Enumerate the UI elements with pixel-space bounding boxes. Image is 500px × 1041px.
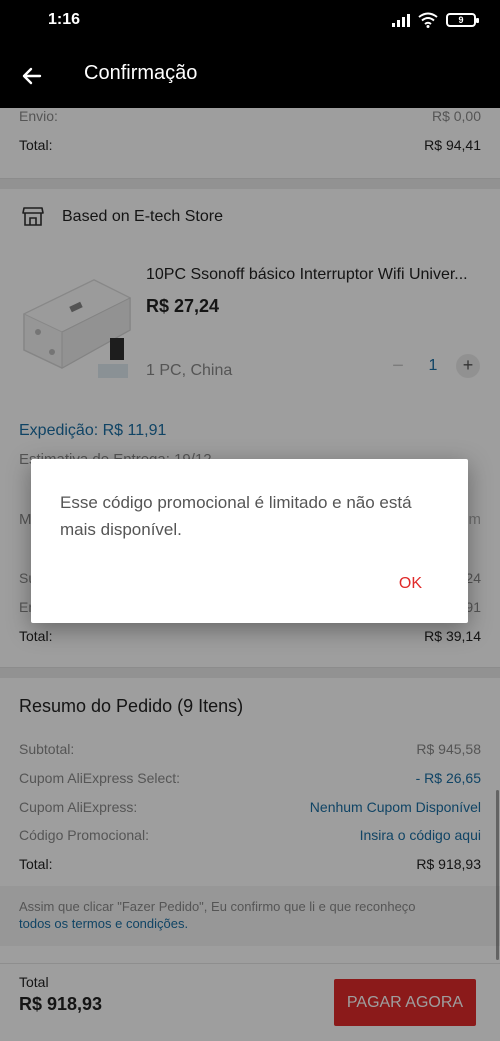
status-icons: 9: [392, 12, 479, 28]
signal-icon: [392, 13, 410, 27]
app-bar: Confirmação: [0, 42, 500, 108]
page-title: Confirmação: [84, 62, 198, 84]
scrollbar[interactable]: [496, 790, 499, 960]
wifi-icon: [418, 12, 438, 28]
back-arrow-icon[interactable]: [16, 60, 48, 92]
promo-code-dialog: Esse código promocional é limitado e não…: [31, 459, 468, 623]
battery-icon: 9: [446, 13, 479, 27]
dialog-ok-button[interactable]: OK: [399, 575, 422, 593]
dialog-message: Esse código promocional é limitado e não…: [60, 493, 412, 539]
status-time: 1:16: [48, 11, 81, 28]
status-bar: 1:16 9: [0, 0, 500, 42]
